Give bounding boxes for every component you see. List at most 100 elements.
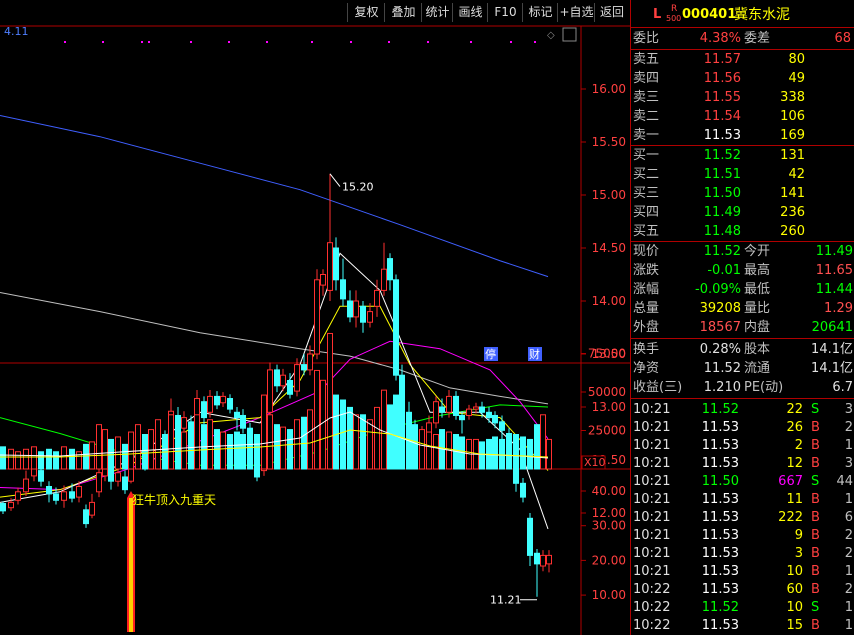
candle-body [466,408,472,416]
ask-label: 卖一 [633,128,660,143]
volume-bar [333,394,339,470]
candle-body [393,279,399,376]
ask-price: 11.53 [703,128,741,143]
tick-time: 10:21 [633,510,671,525]
tick-volume: 26 [786,420,803,435]
stat-label: 最低 [744,282,771,297]
candle-body [294,364,300,392]
stat-value: 11.52 [703,244,741,259]
candle-body [459,414,465,421]
volume-bar [128,431,134,470]
chart-area[interactable]: 4.11 复权 叠加 统计 画线 F10 标记 +自选 返回 ◇ 16.00 15.… [0,0,630,635]
divider [631,27,854,28]
volume-bar [46,448,52,470]
candle-body [367,311,373,323]
volume-bar [61,446,67,470]
fund-value: 6.7 [832,380,853,395]
tick-price: 11.53 [701,546,739,561]
volume-bar [227,434,233,470]
tick-count: 1 [844,618,853,633]
stat-label: 涨幅 [633,282,660,297]
candle-body [220,395,226,404]
ask-volume: 169 [780,128,805,143]
high-marker [329,173,341,187]
ask-price: 11.55 [703,90,741,105]
tick-side: B [811,456,820,471]
candle-body [439,406,445,413]
bid-label: 买四 [633,205,660,220]
bid-label: 买三 [633,186,660,201]
ask-price: 11.54 [703,109,741,124]
candle-body [96,472,102,493]
candle-body [8,501,14,509]
candle-body [181,417,187,429]
kline-chart[interactable]: ◇16.0015.5015.0014.5014.0013.5013.0012.5… [0,0,630,635]
volume-bar [520,436,526,470]
stat-value: 39208 [699,301,741,316]
ask-label: 卖五 [633,52,660,67]
fund-value: 14.1亿 [811,342,853,357]
tick-volume: 10 [786,564,803,579]
candle-body [38,470,44,482]
tick-count: 3 [844,402,853,417]
volume-bar [287,429,293,470]
volume-bar [0,446,6,470]
tick-price: 11.53 [701,564,739,579]
candle-body [333,247,339,281]
ask-volume: 80 [788,52,805,67]
tick-volume: 2 [794,438,803,453]
tick-count: 1 [844,600,853,615]
signal-dot [510,41,512,43]
ask-label: 卖二 [633,109,660,124]
ask-volume: 49 [788,71,805,86]
fund-value: 11.52 [703,361,741,376]
signal-dot [102,41,104,43]
tick-price: 11.53 [701,510,739,525]
bid-volume: 141 [780,186,805,201]
stat-label: 量比 [744,301,771,316]
candle-body [534,552,540,565]
candle-body [76,486,82,498]
volume-bar [546,438,552,470]
candle-body [353,300,359,318]
bid-volume: 42 [788,167,805,182]
volume-bar [53,451,59,470]
stat-label: 涨跌 [633,263,660,278]
candle-body [287,380,293,395]
candle-body [374,289,380,307]
bid-price: 11.50 [703,186,741,201]
divider [631,145,854,146]
volume-bar [207,419,213,470]
y-tick-label: 14.00 [592,294,626,308]
stat-value: 11.49 [815,244,853,259]
candle-body [201,401,207,419]
candle-body [426,422,432,433]
tick-side: S [811,474,820,489]
bid-price: 11.48 [703,224,741,239]
volume-bar [540,414,546,470]
volume-bar [320,379,326,470]
tick-side: B [811,438,820,453]
volume-bar [108,438,114,470]
tick-price: 11.52 [701,600,739,615]
fund-label: 收益(三) [633,380,683,395]
volume-bar [115,436,121,470]
volume-unit: X10 [584,456,606,469]
y-tick-label: 25000 [588,424,626,438]
volume-bar [23,448,29,470]
tick-volume: 15 [786,618,803,633]
tick-volume: 222 [778,510,803,525]
tick-side: B [811,420,820,435]
candle-body [61,491,67,501]
stat-value: 1.29 [824,301,853,316]
candle-body [53,493,59,501]
candle-body [479,406,485,413]
ask-volume: 338 [780,90,805,105]
tick-price: 11.53 [701,528,739,543]
volume-bar [426,431,432,470]
tick-side: B [811,564,820,579]
tick-side: S [811,402,820,417]
signal-dot [350,41,352,43]
fund-label: 股本 [744,342,771,357]
candle-body [473,406,479,410]
